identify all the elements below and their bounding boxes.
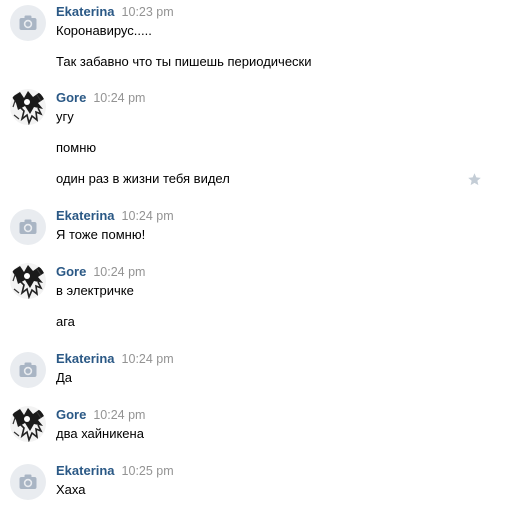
message-time[interactable]: 10:24 pm <box>93 265 145 279</box>
author-name[interactable]: Ekaterina <box>56 208 115 223</box>
chat-history: Ekaterina 10:23 pm Коронавирус..... Так з… <box>0 0 511 506</box>
avatar[interactable] <box>10 89 46 125</box>
message-text: в электричке <box>56 283 134 298</box>
message-group: Gore 10:24 pm в электричке ага <box>0 263 511 333</box>
message-text: Так забавно что ты пишешь периодически <box>56 54 312 69</box>
message-text: угу <box>56 109 74 124</box>
message-header: Gore 10:24 pm <box>56 264 145 280</box>
message-time[interactable]: 10:24 pm <box>93 408 145 422</box>
camera-icon <box>19 219 37 234</box>
message-time[interactable]: 10:24 pm <box>93 91 145 105</box>
camera-icon <box>19 362 37 377</box>
message-header: Ekaterina 10:23 pm <box>56 4 174 20</box>
message-group: Gore 10:24 pm угу помню один раз в жизни … <box>0 89 511 191</box>
avatar[interactable] <box>10 352 46 388</box>
message-header: Ekaterina 10:25 pm <box>56 463 174 479</box>
message-group: Ekaterina 10:25 pm Хаха <box>0 464 511 502</box>
message-time[interactable]: 10:24 pm <box>122 352 174 366</box>
star-icon[interactable] <box>467 172 482 187</box>
message-header: Gore 10:24 pm <box>56 90 145 106</box>
message-text: один раз в жизни тебя видел <box>56 171 230 186</box>
message-group: Ekaterina 10:24 pm Да <box>0 352 511 390</box>
avatar[interactable] <box>10 209 46 245</box>
author-name[interactable]: Gore <box>56 90 86 105</box>
message-header: Gore 10:24 pm <box>56 407 145 423</box>
ink-drawing-avatar <box>10 263 46 299</box>
author-name[interactable]: Gore <box>56 264 86 279</box>
message-group: Ekaterina 10:24 pm Я тоже помню! <box>0 209 511 247</box>
message-text: помню <box>56 140 97 155</box>
message-time[interactable]: 10:24 pm <box>122 209 174 223</box>
message-header: Ekaterina 10:24 pm <box>56 208 174 224</box>
author-name[interactable]: Ekaterina <box>56 351 115 366</box>
message-text: Да <box>56 370 73 385</box>
message-time[interactable]: 10:23 pm <box>122 5 174 19</box>
message-text: Хаха <box>56 482 86 497</box>
avatar[interactable] <box>10 263 46 299</box>
message-text: Коронавирус..... <box>56 23 152 38</box>
message-time[interactable]: 10:25 pm <box>122 464 174 478</box>
message-text: ага <box>56 314 75 329</box>
camera-icon <box>19 15 37 30</box>
message-group: Gore 10:24 pm два хайникена <box>0 406 511 446</box>
avatar[interactable] <box>10 406 46 442</box>
message-group: Ekaterina 10:23 pm Коронавирус..... Так з… <box>0 5 511 73</box>
camera-icon <box>19 474 37 489</box>
author-name[interactable]: Ekaterina <box>56 463 115 478</box>
message-header: Ekaterina 10:24 pm <box>56 351 174 367</box>
message-text: два хайникена <box>56 426 144 441</box>
avatar[interactable] <box>10 464 46 500</box>
avatar[interactable] <box>10 5 46 41</box>
ink-drawing-avatar <box>10 406 46 442</box>
ink-drawing-avatar <box>10 89 46 125</box>
author-name[interactable]: Gore <box>56 407 86 422</box>
message-text: Я тоже помню! <box>56 227 146 242</box>
author-name[interactable]: Ekaterina <box>56 4 115 19</box>
